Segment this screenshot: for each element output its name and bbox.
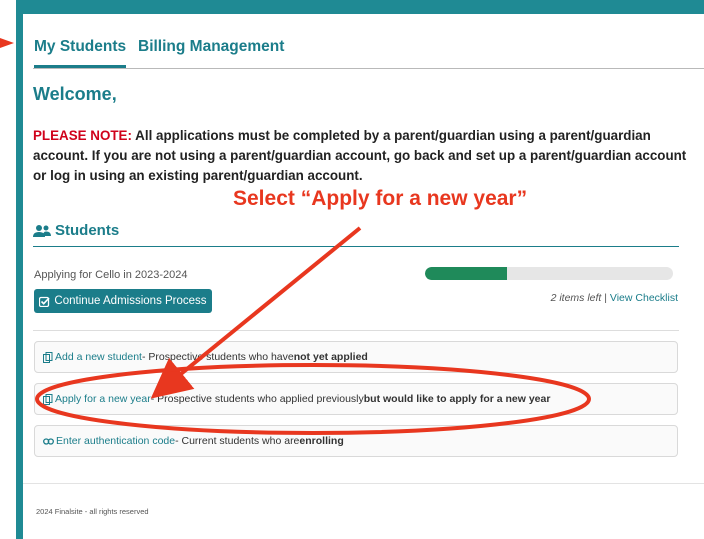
users-icon bbox=[33, 224, 51, 237]
footer-copyright: 2024 Finalsite - all rights reserved bbox=[36, 507, 149, 516]
students-section-header: Students bbox=[33, 222, 679, 247]
annotation-callout: Select “Apply for a new year” bbox=[233, 187, 528, 210]
add-new-student-emphasis: not yet applied bbox=[293, 351, 368, 363]
checklist-status: 2 items left | View Checklist bbox=[551, 292, 678, 304]
apply-new-year-emphasis: but would like to apply for a new year bbox=[363, 393, 551, 405]
please-note-text: All applications must be completed by a … bbox=[33, 128, 687, 183]
window-frame-top bbox=[16, 0, 704, 14]
items-left-text: 2 items left bbox=[550, 292, 602, 304]
option-add-new-student: Add a new student - Prospective students… bbox=[34, 341, 678, 373]
tab-my-students[interactable]: My Students bbox=[34, 38, 127, 68]
view-checklist-link[interactable]: View Checklist bbox=[610, 292, 678, 304]
enter-auth-code-label: Enter authentication code bbox=[56, 435, 176, 447]
please-note-label: PLEASE NOTE: bbox=[33, 128, 132, 143]
continue-admissions-button[interactable]: Continue Admissions Process bbox=[34, 289, 212, 313]
apply-new-year-label: Apply for a new year bbox=[55, 393, 151, 405]
link-icon bbox=[43, 437, 54, 445]
welcome-heading: Welcome, bbox=[33, 84, 117, 104]
students-title: Students bbox=[33, 222, 119, 239]
add-new-student-desc: - Prospective students who have bbox=[141, 351, 294, 363]
footer-divider bbox=[23, 483, 704, 484]
checklist-separator: | bbox=[601, 292, 610, 304]
add-new-student-link[interactable]: Add a new student bbox=[43, 351, 142, 363]
copy-icon bbox=[43, 351, 53, 363]
section-divider bbox=[33, 330, 679, 331]
enter-auth-code-link[interactable]: Enter authentication code bbox=[43, 435, 175, 447]
apply-new-year-desc: - Prospective students who applied previ… bbox=[150, 393, 364, 405]
tab-bar: My Students Billing Management bbox=[33, 38, 704, 69]
main-content: My Students Billing Management Welcome, … bbox=[23, 14, 704, 539]
check-square-icon bbox=[39, 296, 51, 307]
application-status-text: Applying for Cello in 2023-2024 bbox=[34, 269, 188, 281]
apply-new-year-link[interactable]: Apply for a new year bbox=[43, 393, 151, 405]
students-title-label: Students bbox=[55, 222, 120, 239]
enter-auth-code-emphasis: enrolling bbox=[299, 435, 344, 447]
application-progress-bar bbox=[425, 267, 673, 280]
copy-icon bbox=[43, 393, 53, 405]
add-new-student-label: Add a new student bbox=[55, 351, 142, 363]
window-frame-left bbox=[16, 0, 23, 539]
please-note-message: PLEASE NOTE: All applications must be co… bbox=[33, 126, 693, 186]
application-progress-fill bbox=[425, 267, 507, 280]
annotation-arrowhead-left bbox=[0, 38, 14, 48]
option-apply-new-year: Apply for a new year - Prospective stude… bbox=[34, 383, 678, 415]
continue-admissions-label: Continue Admissions Process bbox=[54, 295, 207, 307]
enter-auth-code-desc: - Current students who are bbox=[175, 435, 300, 447]
option-enter-auth-code: Enter authentication code - Current stud… bbox=[34, 425, 678, 457]
tab-billing-management[interactable]: Billing Management bbox=[138, 38, 284, 65]
